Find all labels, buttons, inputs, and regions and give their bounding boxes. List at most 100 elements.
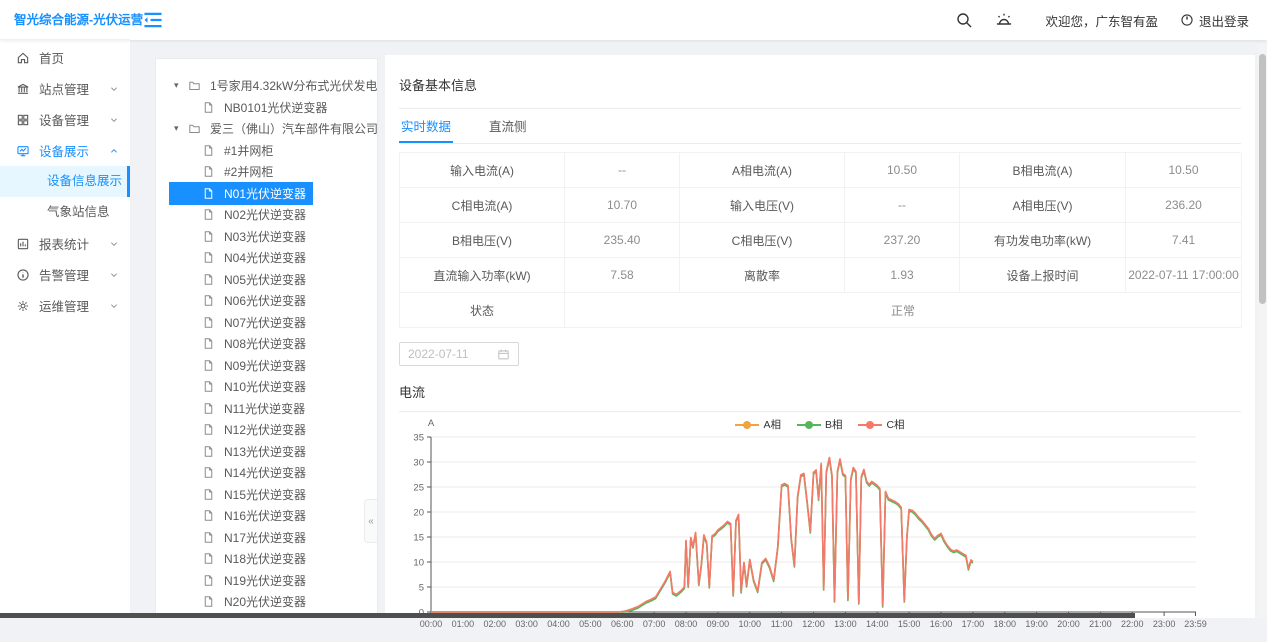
file-icon: [202, 402, 215, 415]
tree-node-label: N14光伏逆变器: [221, 463, 309, 482]
tree-node-NB0101光伏逆变器[interactable]: NB0101光伏逆变器: [156, 97, 377, 119]
search-icon[interactable]: [955, 11, 973, 29]
sidebar-item-设备管理[interactable]: 设备管理: [0, 104, 130, 135]
tab-realtime-data[interactable]: 实时数据: [399, 109, 453, 143]
chevron-down-icon: [110, 240, 118, 248]
tree-collapse-handle[interactable]: «: [364, 499, 377, 543]
table-label-cell: 直流输入功率(kW): [400, 258, 565, 293]
svg-text:05:00: 05:00: [579, 619, 602, 629]
sidebar: 首页站点管理设备管理设备展示设备信息展示气象站信息报表统计告警管理运维管理: [0, 40, 130, 618]
svg-text:06:00: 06:00: [611, 619, 634, 629]
tree-node-N16光伏逆变器[interactable]: N16光伏逆变器: [156, 505, 377, 527]
tree-node-N06光伏逆变器[interactable]: N06光伏逆变器: [156, 290, 377, 312]
sidebar-item-报表统计[interactable]: 报表统计: [0, 228, 130, 259]
tree-node-N18光伏逆变器[interactable]: N18光伏逆变器: [156, 548, 377, 570]
table-value-cell: --: [845, 188, 960, 223]
tree-node-label: 爱三（佛山）汽车部件有限公司光伏发: [207, 119, 378, 138]
tree-node-label: N19光伏逆变器: [221, 571, 309, 590]
tree-node-N12光伏逆变器[interactable]: N12光伏逆变器: [156, 419, 377, 441]
alarm-icon[interactable]: [995, 11, 1013, 29]
legend-item-B相[interactable]: B相: [797, 417, 843, 432]
tree-node-爱三（佛山）汽车部件有限公司光伏发[interactable]: ▾ 爱三（佛山）汽车部件有限公司光伏发: [156, 118, 377, 140]
tree-node-label: 1号家用4.32kW分布式光伏发电站: [207, 76, 378, 95]
tree-node-label: N09光伏逆变器: [221, 356, 309, 375]
chevron-down-icon: [110, 271, 118, 279]
tab-dc-side[interactable]: 直流侧: [487, 109, 529, 143]
tree-node-N02光伏逆变器[interactable]: N02光伏逆变器: [156, 204, 377, 226]
menu-fold-icon[interactable]: [142, 9, 164, 31]
tree-node-content: N05光伏逆变器: [202, 270, 309, 289]
svg-text:09:00: 09:00: [707, 619, 730, 629]
table-label-cell: B相电流(A): [960, 153, 1126, 188]
tree-node-N13光伏逆变器[interactable]: N13光伏逆变器: [156, 441, 377, 463]
tree-node-content: N14光伏逆变器: [202, 463, 309, 482]
tree-node-1号家用4.32kW分布式光伏发电站[interactable]: ▾ 1号家用4.32kW分布式光伏发电站: [156, 75, 377, 97]
chevron-down-icon: [110, 85, 118, 93]
horizontal-scrollbar-thumb[interactable]: [0, 613, 1135, 618]
caret-down-icon[interactable]: ▾: [174, 123, 184, 134]
svg-text:10:00: 10:00: [738, 619, 761, 629]
date-picker[interactable]: [399, 342, 519, 366]
svg-text:00:00: 00:00: [420, 619, 443, 629]
sidebar-item-首页[interactable]: 首页: [0, 42, 130, 73]
svg-text:15:00: 15:00: [898, 619, 921, 629]
tree-node-label: N18光伏逆变器: [221, 549, 309, 568]
tree-node-label: N06光伏逆变器: [221, 291, 309, 310]
tree-node-N14光伏逆变器[interactable]: N14光伏逆变器: [156, 462, 377, 484]
series-line-C相: [431, 458, 973, 613]
tree-node-N20光伏逆变器[interactable]: N20光伏逆变器: [156, 591, 377, 613]
sidebar-subitem-气象站信息[interactable]: 气象站信息: [0, 197, 130, 228]
tree-node-N10光伏逆变器[interactable]: N10光伏逆变器: [156, 376, 377, 398]
logout-button[interactable]: 退出登录: [1180, 11, 1249, 30]
file-icon: [202, 230, 215, 243]
svg-text:12:00: 12:00: [802, 619, 825, 629]
tree-node-N05光伏逆变器[interactable]: N05光伏逆变器: [156, 269, 377, 291]
sidebar-item-告警管理[interactable]: 告警管理: [0, 259, 130, 290]
chevron-down-icon: [110, 116, 118, 124]
file-icon: [202, 316, 215, 329]
series-line-A相: [431, 458, 973, 613]
tree-node-N09光伏逆变器[interactable]: N09光伏逆变器: [156, 355, 377, 377]
tree-node-content: N01光伏逆变器: [169, 182, 313, 205]
legend-item-A相[interactable]: A相: [735, 417, 781, 432]
tree-node-N08光伏逆变器[interactable]: N08光伏逆变器: [156, 333, 377, 355]
tree-node-label: N05光伏逆变器: [221, 270, 309, 289]
tree-node-N15光伏逆变器[interactable]: N15光伏逆变器: [156, 484, 377, 506]
tree-node-label: N15光伏逆变器: [221, 485, 309, 504]
date-input[interactable]: [408, 347, 488, 361]
svg-text:02:00: 02:00: [483, 619, 506, 629]
tree-node-label: N04光伏逆变器: [221, 248, 309, 267]
table-value-cell: 10.50: [1126, 153, 1242, 188]
table-status-value: 正常: [565, 293, 1242, 328]
sidebar-item-设备展示[interactable]: 设备展示: [0, 135, 130, 166]
sidebar-item-运维管理[interactable]: 运维管理: [0, 290, 130, 321]
tree-node-label: N07光伏逆变器: [221, 313, 309, 332]
tree-node-N19光伏逆变器[interactable]: N19光伏逆变器: [156, 570, 377, 592]
svg-text:25: 25: [413, 483, 424, 494]
tree-node-N11光伏逆变器[interactable]: N11光伏逆变器: [156, 398, 377, 420]
sidebar-subitem-设备信息展示[interactable]: 设备信息展示: [0, 166, 130, 197]
tree-node-N17光伏逆变器[interactable]: N17光伏逆变器: [156, 527, 377, 549]
tree-node-#2并网柜[interactable]: #2并网柜: [156, 161, 377, 183]
vertical-scrollbar[interactable]: [1258, 44, 1267, 618]
svg-text:13:00: 13:00: [834, 619, 857, 629]
file-icon: [202, 488, 215, 501]
tree-node-N03光伏逆变器[interactable]: N03光伏逆变器: [156, 226, 377, 248]
file-icon: [202, 509, 215, 522]
top-header: 智光综合能源-光伏运营 欢迎您，广东智有盈 退出登录: [0, 0, 1267, 40]
chart-legend: A相 B相 C相: [399, 417, 1241, 432]
file-icon: [202, 445, 215, 458]
caret-down-icon[interactable]: ▾: [174, 80, 184, 91]
vertical-scrollbar-thumb[interactable]: [1259, 54, 1266, 304]
tree-node-N07光伏逆变器[interactable]: N07光伏逆变器: [156, 312, 377, 334]
legend-marker: [858, 420, 882, 430]
tree-node-content: N06光伏逆变器: [202, 291, 309, 310]
tree-node-#1并网柜[interactable]: #1并网柜: [156, 140, 377, 162]
legend-item-C相[interactable]: C相: [858, 417, 904, 432]
svg-text:21:00: 21:00: [1089, 619, 1112, 629]
sidebar-item-站点管理[interactable]: 站点管理: [0, 73, 130, 104]
legend-marker: [797, 420, 821, 430]
tree-node-N04光伏逆变器[interactable]: N04光伏逆变器: [156, 247, 377, 269]
file-icon: [202, 144, 215, 157]
tree-node-N01光伏逆变器[interactable]: N01光伏逆变器: [156, 183, 377, 205]
